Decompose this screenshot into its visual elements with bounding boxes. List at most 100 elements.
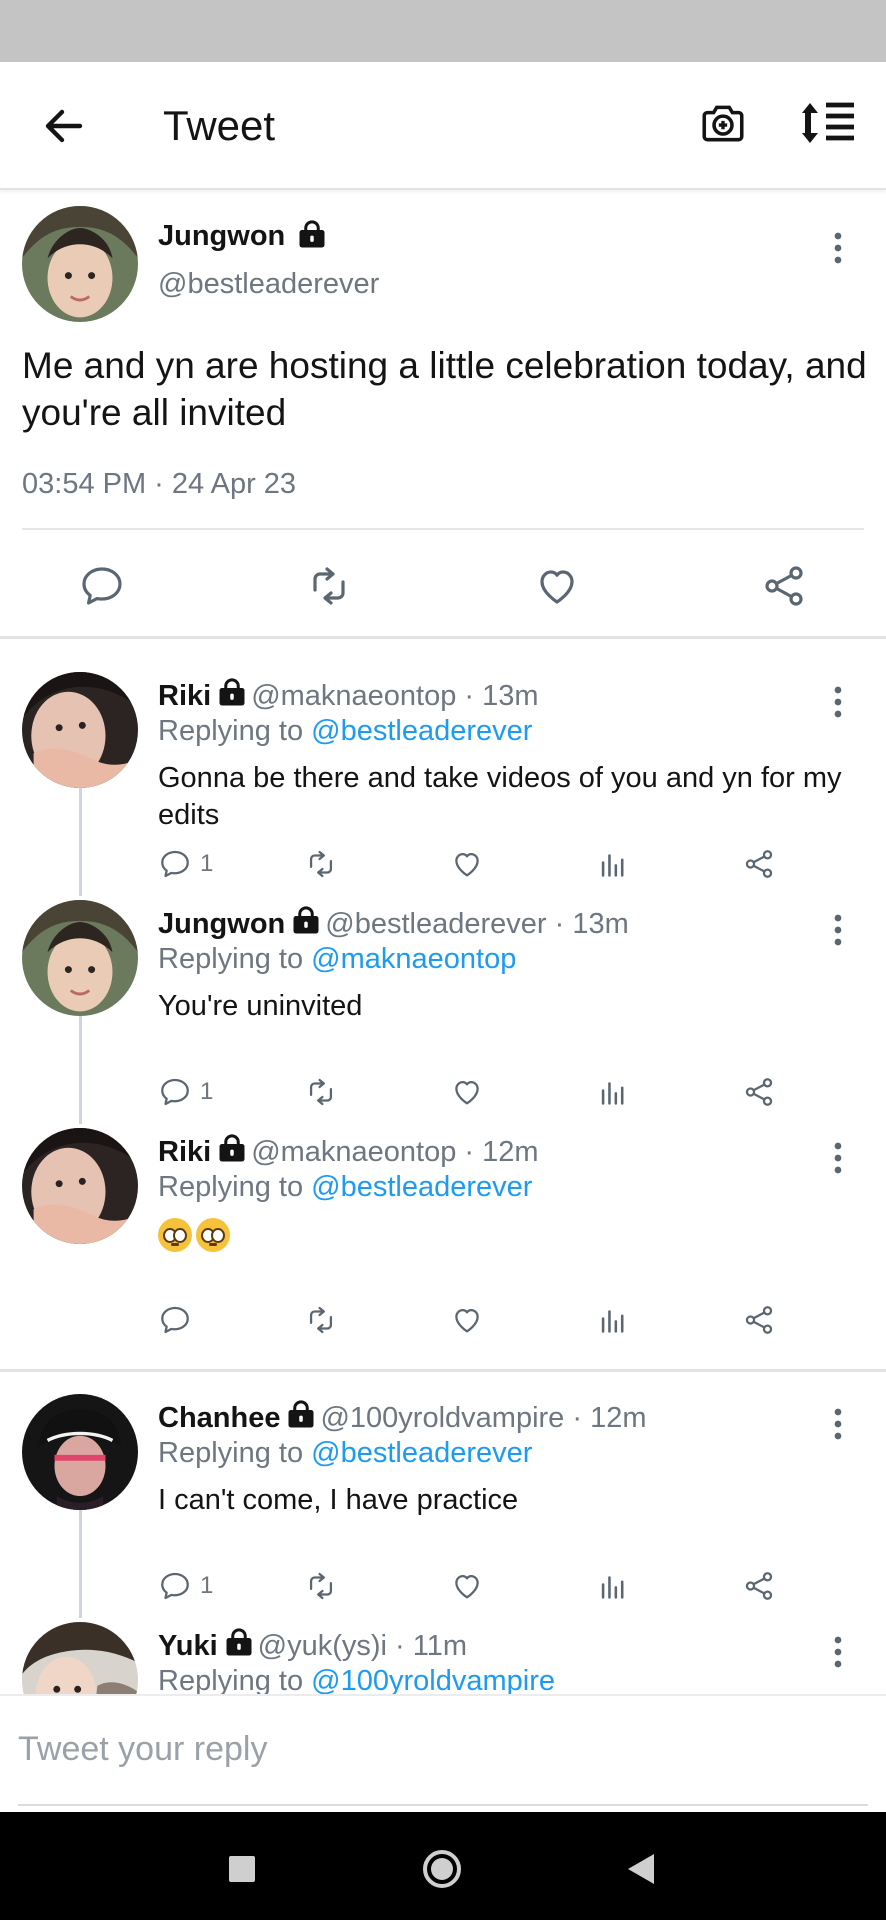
more-options-icon[interactable] <box>828 1406 848 1442</box>
stats-button[interactable] <box>596 1568 630 1604</box>
avatar[interactable] <box>22 900 138 1016</box>
page-title: Tweet <box>163 102 276 149</box>
share-button[interactable] <box>742 1302 776 1338</box>
author-handle[interactable]: @100yroldvampire <box>320 1402 564 1434</box>
like-button[interactable] <box>450 846 484 882</box>
reply-icon <box>158 1303 192 1337</box>
like-icon <box>450 1569 484 1603</box>
lock-icon <box>217 1134 247 1164</box>
avatar[interactable] <box>22 1394 138 1510</box>
reply-text: Gonna be there and take videos of you an… <box>158 762 842 831</box>
separator: · <box>386 1630 413 1662</box>
avatar[interactable] <box>22 672 138 788</box>
retweet-button[interactable] <box>304 1074 338 1110</box>
reply-emoji <box>158 1216 858 1253</box>
reply-time: 12m <box>482 1136 539 1168</box>
more-options-icon[interactable] <box>828 684 848 720</box>
action-bar <box>158 1302 798 1342</box>
like-icon[interactable] <box>533 562 581 610</box>
reply-button[interactable]: 1 <box>158 1074 213 1110</box>
author-handle[interactable]: @yuk(ys)i <box>258 1630 387 1662</box>
author-name[interactable]: Jungwon <box>158 220 285 253</box>
author-name[interactable]: Jungwon <box>158 908 285 940</box>
author-handle[interactable]: @bestleaderever <box>325 908 546 940</box>
reply-tweet[interactable]: Riki @maknaeontop · 12m Replying to @best… <box>0 1124 886 1352</box>
more-options-icon[interactable] <box>828 1140 848 1176</box>
reply-time: 12m <box>590 1402 647 1434</box>
reply-tweet[interactable]: Chanhee @100yroldvampire · 12m Replying t… <box>0 1390 886 1618</box>
thread-line <box>79 1016 82 1124</box>
tweet-timestamp: 03:54 PM · 24 Apr 23 <box>22 468 297 500</box>
stats-button[interactable] <box>596 1302 630 1338</box>
reply-text: You're uninvited <box>158 990 363 1022</box>
tweet-text: Me and yn are hosting a little celebrati… <box>22 345 867 433</box>
lock-icon <box>297 220 327 250</box>
more-options-icon[interactable] <box>828 230 848 266</box>
reply-input[interactable]: Tweet your reply <box>18 1730 267 1769</box>
avatar[interactable] <box>22 206 138 322</box>
reply-count: 1 <box>200 850 214 877</box>
reply-button[interactable]: 1 <box>158 1568 213 1604</box>
reply-to-link[interactable]: @bestleaderever <box>311 1171 532 1203</box>
stats-icon <box>596 1075 630 1109</box>
back-icon[interactable] <box>626 1852 656 1886</box>
share-button[interactable] <box>742 846 776 882</box>
like-button[interactable] <box>450 1074 484 1110</box>
author-handle[interactable]: @maknaeontop <box>251 680 456 712</box>
author-name[interactable]: Chanhee <box>158 1402 280 1434</box>
like-icon <box>450 1075 484 1109</box>
sort-icon[interactable] <box>800 98 856 148</box>
replying-to-label: Replying to <box>158 943 312 975</box>
avatar[interactable] <box>22 1128 138 1244</box>
recents-icon[interactable] <box>229 1856 255 1882</box>
reply-icon[interactable] <box>78 562 126 610</box>
replying-to-label: Replying to <box>158 715 312 747</box>
reply-tweet[interactable]: Jungwon @bestleaderever · 13m Replying to… <box>0 896 886 1124</box>
action-bar: 1 <box>158 846 798 886</box>
share-button[interactable] <box>742 1568 776 1604</box>
section-divider <box>0 1369 886 1372</box>
camera-plus-icon[interactable] <box>698 98 748 148</box>
reply-to-link[interactable]: @bestleaderever <box>311 1437 532 1469</box>
top-app-bar: Tweet <box>0 62 886 190</box>
reply-text: I can't come, I have practice <box>158 1484 519 1516</box>
reply-button[interactable]: 1 <box>158 846 213 882</box>
author-handle[interactable]: @bestleaderever <box>158 268 379 301</box>
like-button[interactable] <box>450 1302 484 1338</box>
replying-to-label: Replying to <box>158 1665 312 1694</box>
retweet-button[interactable] <box>304 846 338 882</box>
reply-to-link[interactable]: @bestleaderever <box>311 715 532 747</box>
stats-button[interactable] <box>596 1074 630 1110</box>
stats-button[interactable] <box>596 846 630 882</box>
lock-icon <box>291 906 321 936</box>
reply-to-link[interactable]: @100yroldvampire <box>311 1665 555 1694</box>
share-button[interactable] <box>742 1074 776 1110</box>
divider <box>22 528 864 530</box>
reply-time: 11m <box>412 1630 468 1662</box>
retweet-button[interactable] <box>304 1568 338 1604</box>
share-icon[interactable] <box>760 562 808 610</box>
replying-to-label: Replying to <box>158 1437 312 1469</box>
author-name[interactable]: Yuki <box>158 1630 218 1662</box>
retweet-icon[interactable] <box>305 562 353 610</box>
author-name[interactable]: Riki <box>158 1136 211 1168</box>
status-bar <box>0 0 886 62</box>
lock-icon <box>217 678 247 708</box>
system-nav-bar <box>0 1812 886 1920</box>
retweet-button[interactable] <box>304 1302 338 1338</box>
more-options-icon[interactable] <box>828 1634 848 1670</box>
reply-tweet[interactable]: Yuki @yuk(ys)i · 11m Replying to @100yrol… <box>0 1618 886 1694</box>
more-options-icon[interactable] <box>828 912 848 948</box>
author-name[interactable]: Riki <box>158 680 211 712</box>
home-icon[interactable] <box>422 1849 462 1889</box>
author-handle[interactable]: @maknaeontop <box>251 1136 456 1168</box>
like-button[interactable] <box>450 1568 484 1604</box>
back-arrow-icon[interactable] <box>40 102 88 150</box>
separator: · <box>456 1136 483 1168</box>
separator: · <box>546 908 573 940</box>
reply-button[interactable] <box>158 1302 192 1338</box>
reply-to-link[interactable]: @maknaeontop <box>311 943 516 975</box>
avatar[interactable] <box>22 1622 138 1694</box>
like-icon <box>450 1303 484 1337</box>
reply-tweet[interactable]: Riki @maknaeontop · 13m Replying to @best… <box>0 668 886 896</box>
